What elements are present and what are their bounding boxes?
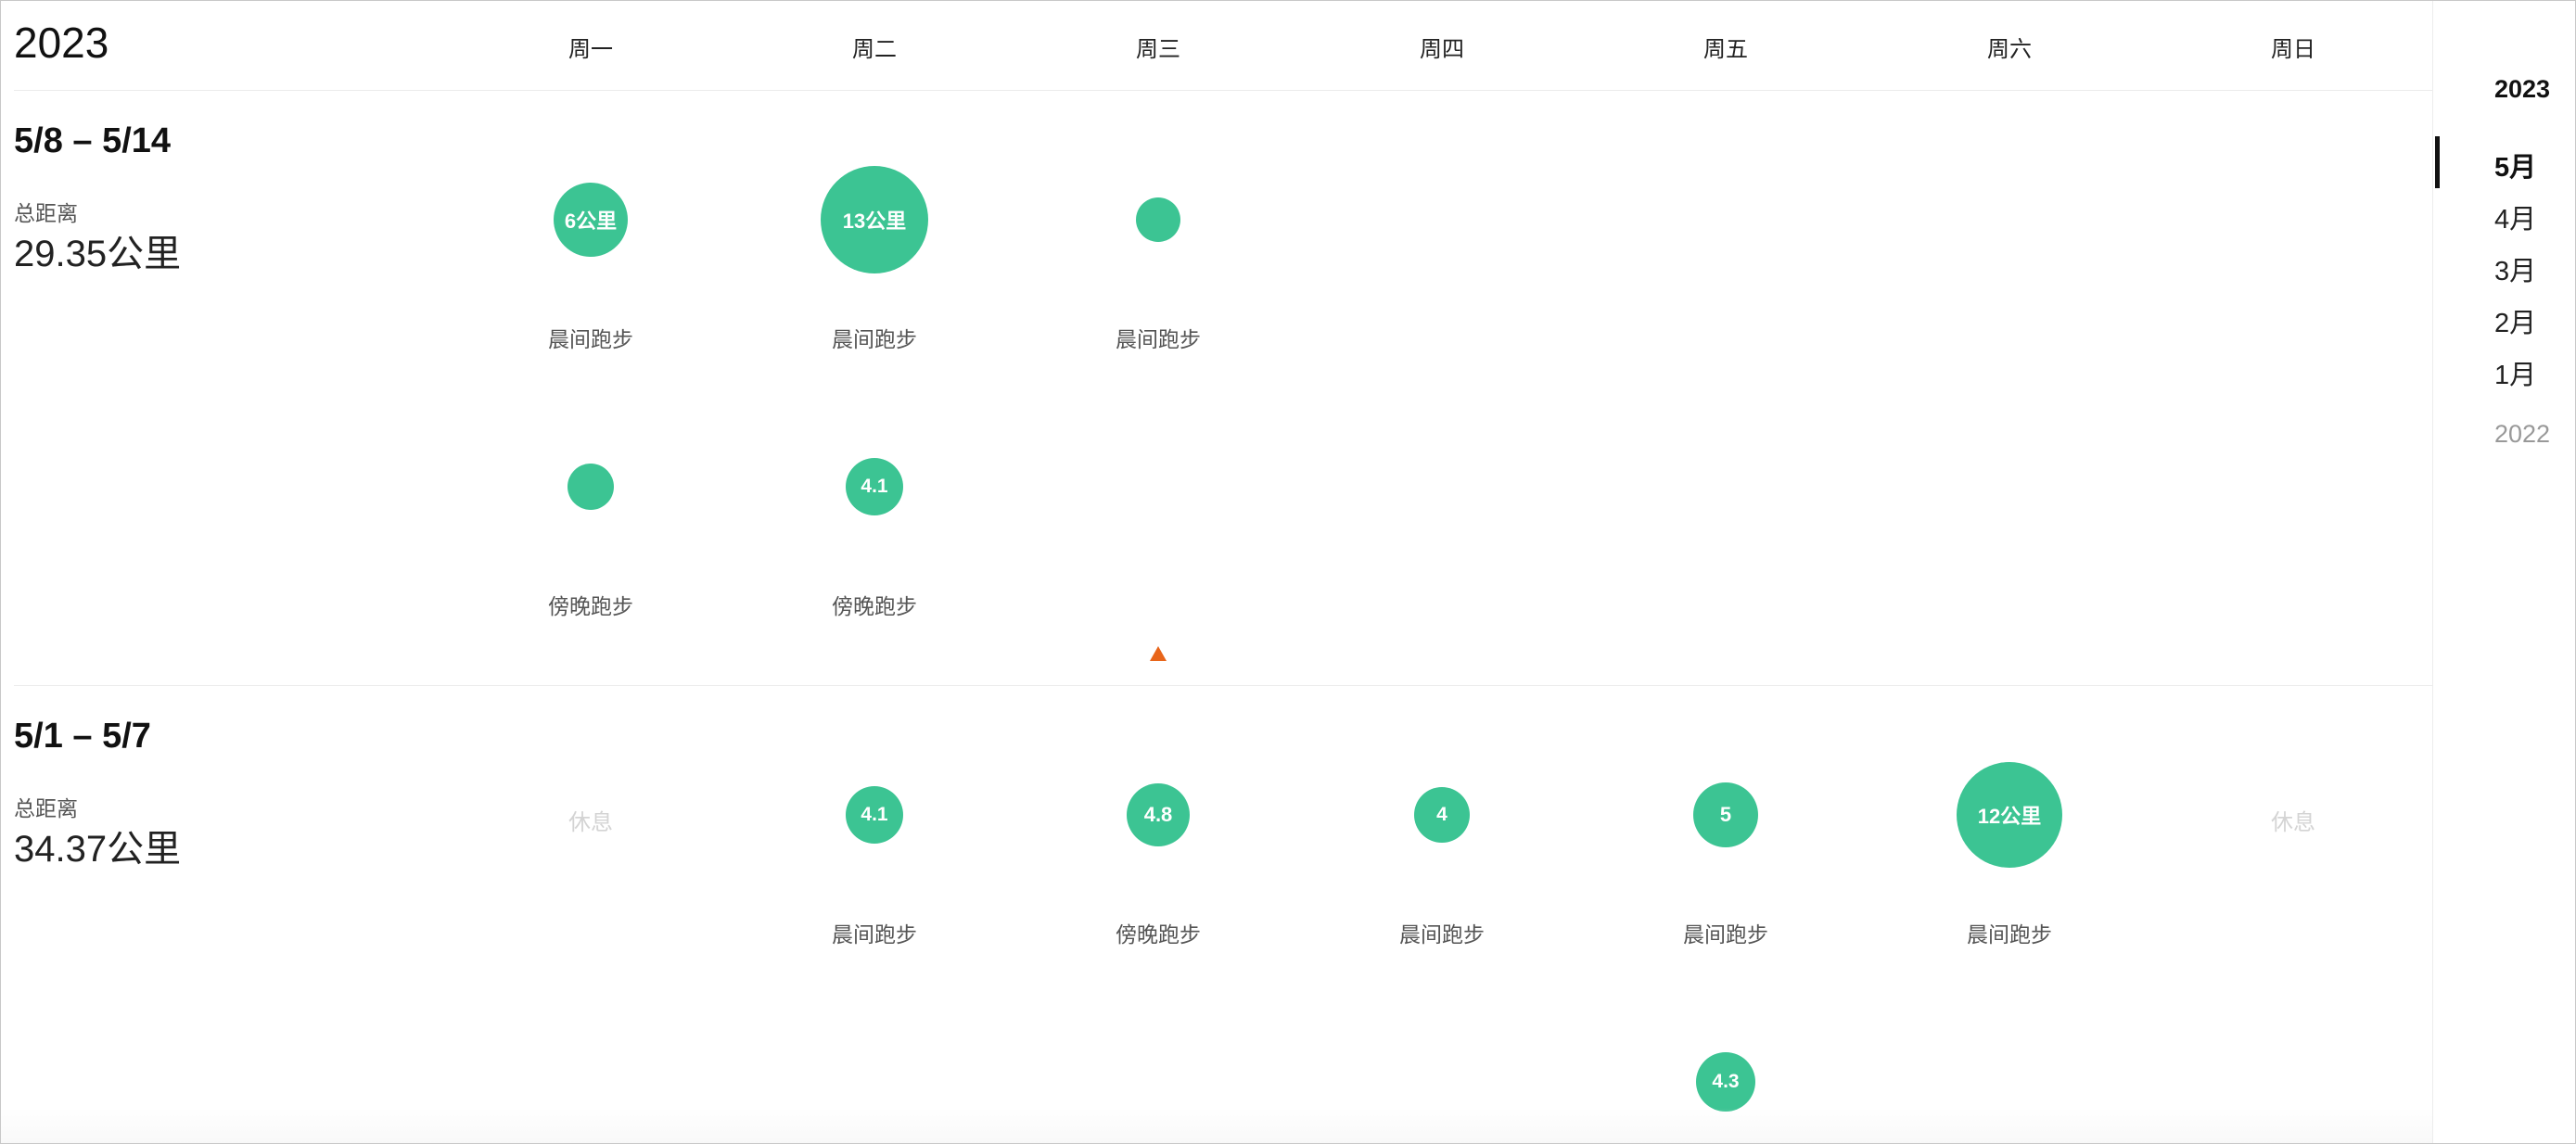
activity-cell: 4 晨间跑步 (1331, 759, 1553, 947)
date-navigation-sidebar: 2023 5月 4月 3月 2月 1月 2022 (2432, 1, 2575, 1143)
activity-cell: 4.1 晨间跑步 (763, 759, 986, 947)
activity-label[interactable]: 晨间跑步 (1898, 917, 2121, 948)
page-title: 2023 (14, 19, 109, 67)
activity-cell: 13公里 晨间跑步 (763, 164, 986, 351)
sidebar-previous-year[interactable]: 2022 (2494, 420, 2550, 449)
activity-label[interactable]: 晨间跑步 (479, 322, 702, 353)
activity-cell: 傍晚跑步 (479, 431, 702, 618)
activity-cell: 6公里 晨间跑步 (479, 164, 702, 351)
week-range-title: 5/1 – 5/7 (14, 717, 151, 756)
header-divider (14, 90, 2432, 91)
activity-label[interactable]: 晨间跑步 (1331, 917, 1553, 948)
activity-distance-bubble[interactable]: 4.1 (846, 458, 903, 515)
app-frame: 2023 周一 周二 周三 周四 周五 周六 周日 5/8 – 5/14 总距离… (0, 0, 2576, 1144)
total-distance-value: 34.37公里 (14, 829, 182, 870)
week-range-title: 5/8 – 5/14 (14, 121, 172, 160)
activity-cell: 4.3 (1614, 1026, 1837, 1138)
calendar-main: 2023 周一 周二 周三 周四 周五 周六 周日 5/8 – 5/14 总距离… (1, 1, 2432, 1143)
rest-day-label: 休息 (2271, 810, 2315, 835)
activity-cell: 5 晨间跑步 (1614, 759, 1837, 947)
activity-label[interactable]: 傍晚跑步 (479, 589, 702, 620)
activity-cell: 4.1 傍晚跑步 (763, 431, 986, 618)
activity-label[interactable]: 晨间跑步 (763, 917, 986, 948)
activity-distance-bubble[interactable] (567, 464, 614, 510)
total-distance-label: 总距离 (14, 796, 78, 820)
sidebar-month-may[interactable]: 5月 (2494, 146, 2536, 184)
activity-distance-bubble[interactable]: 12公里 (1957, 762, 2062, 868)
sidebar-month-jan[interactable]: 1月 (2494, 353, 2536, 392)
activity-label[interactable]: 晨间跑步 (1047, 322, 1269, 353)
sidebar-month-mar[interactable]: 3月 (2494, 249, 2536, 288)
activity-label[interactable]: 傍晚跑步 (1047, 917, 1269, 948)
activity-distance-bubble[interactable]: 13公里 (821, 166, 928, 273)
activity-distance-bubble[interactable]: 4.8 (1127, 783, 1190, 846)
total-distance-value: 29.35公里 (14, 234, 182, 274)
bottom-scroll-fade (1, 1108, 2432, 1143)
rest-day-label: 休息 (568, 810, 613, 835)
activity-label[interactable]: 晨间跑步 (763, 322, 986, 353)
weekday-header-tue: 周二 (852, 37, 897, 62)
activity-label[interactable]: 晨间跑步 (1614, 917, 1837, 948)
activity-label[interactable]: 傍晚跑步 (763, 589, 986, 620)
weekday-header-fri: 周五 (1703, 37, 1748, 62)
weekday-header-thu: 周四 (1420, 37, 1464, 62)
sidebar-month-feb[interactable]: 2月 (2494, 301, 2536, 340)
activity-cell: 4.8 傍晚跑步 (1047, 759, 1269, 947)
sidebar-current-year[interactable]: 2023 (2494, 75, 2550, 104)
today-marker-icon (1150, 646, 1167, 661)
weekday-header-wed: 周三 (1136, 37, 1180, 62)
sidebar-month-apr[interactable]: 4月 (2494, 197, 2536, 236)
active-month-indicator (2435, 136, 2440, 188)
activity-distance-bubble[interactable]: 6公里 (554, 183, 628, 257)
activity-cell: 12公里 晨间跑步 (1898, 759, 2121, 947)
activity-cell: 晨间跑步 (1047, 164, 1269, 351)
weekday-header-sun: 周日 (2271, 37, 2315, 62)
activity-distance-bubble[interactable]: 4.3 (1696, 1052, 1755, 1112)
activity-distance-bubble[interactable]: 4 (1414, 787, 1470, 843)
week-divider (14, 685, 2432, 686)
activity-distance-bubble[interactable] (1136, 197, 1180, 242)
total-distance-label: 总距离 (14, 201, 78, 225)
activity-distance-bubble[interactable]: 4.1 (846, 786, 903, 844)
activity-distance-bubble[interactable]: 5 (1693, 782, 1758, 847)
weekday-header-mon: 周一 (568, 37, 613, 62)
weekday-header-sat: 周六 (1987, 37, 2032, 62)
